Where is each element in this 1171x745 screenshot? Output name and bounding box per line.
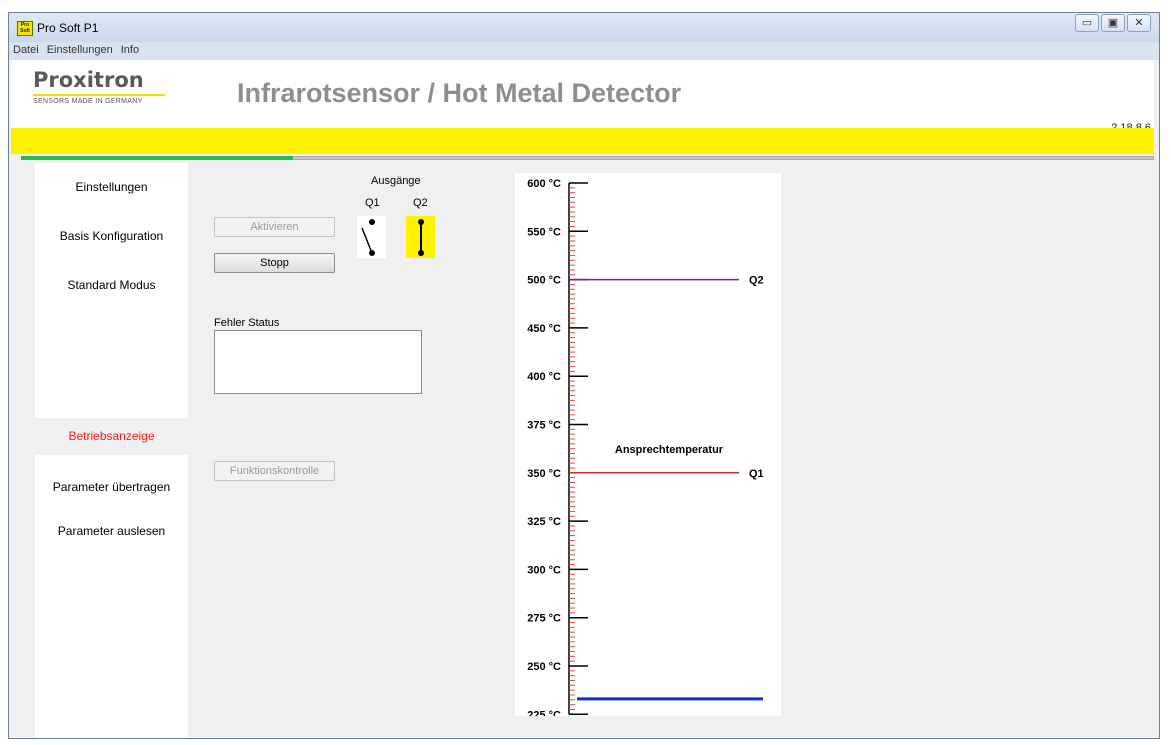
- temperature-chart: 600 °C 550 °C 500 °C 450 °C 400 °C 375 °C 350 …: [515, 173, 781, 721]
- stopp-button[interactable]: Stopp: [214, 253, 335, 273]
- menu-bar: Datei Einstellungen Info: [9, 42, 1159, 60]
- chart-tick-label: 350 °C: [527, 468, 561, 480]
- chart-tick-label: 500 °C: [527, 275, 561, 287]
- sidebar: Einstellungen Basis Konfiguration Standa…: [35, 163, 188, 738]
- output-q2-label: Q2: [413, 197, 428, 209]
- logo-tagline: SENSORS MADE IN GERMANY: [33, 98, 143, 105]
- output-q1-switch-graphic: [361, 219, 375, 256]
- minimize-icon[interactable]: ▭: [1075, 14, 1099, 32]
- pro-soft-app-icon: Pro Soft: [17, 21, 33, 36]
- output-q2-closed-switch-icon: [406, 216, 435, 258]
- temperature-chart-svg: 600 °C 550 °C 500 °C 450 °C 400 °C 375 °C 350 …: [527, 178, 764, 721]
- sidebar-item-standard-modus[interactable]: Standard Modus: [35, 267, 188, 304]
- menu-info[interactable]: Info: [117, 42, 143, 56]
- output-q1-open-switch-icon: [357, 216, 386, 258]
- progress-bar-fill: [21, 156, 293, 160]
- threshold-label-q2: Q2: [749, 275, 764, 287]
- menu-einstellungen[interactable]: Einstellungen: [43, 42, 117, 56]
- chart-tick-label: 250 °C: [527, 661, 561, 673]
- funktionskontrolle-button[interactable]: Funktionskontrolle: [214, 461, 335, 481]
- chart-tick-label: 450 °C: [527, 323, 561, 335]
- sidebar-item-einstellungen[interactable]: Einstellungen: [35, 169, 188, 206]
- sidebar-item-basis-konfiguration[interactable]: Basis Konfiguration: [35, 218, 188, 255]
- logo-wordmark: Proxitron: [33, 68, 144, 92]
- sidebar-item-parameter-uebertragen[interactable]: Parameter übertragen: [35, 469, 188, 506]
- chart-tick-label: 550 °C: [527, 226, 561, 238]
- output-q1-label: Q1: [365, 197, 380, 209]
- chart-tick-label: 300 °C: [527, 564, 561, 576]
- app-window: Pro Soft Pro Soft P1 ▭ ▣ ✕ Datei Einstell…: [8, 12, 1160, 739]
- app-icon-text: Pro Soft: [20, 22, 30, 34]
- output-q2-switch-graphic: [418, 219, 424, 256]
- yellow-banner: [11, 128, 1154, 154]
- chart-tick-label: 325 °C: [527, 516, 561, 528]
- chart-annotation-ansprechtemperatur: Ansprechtemperatur: [615, 444, 724, 456]
- chart-tick-label: 600 °C: [527, 178, 561, 190]
- chart-tick-label: 400 °C: [527, 371, 561, 383]
- sidebar-item-parameter-auslesen[interactable]: Parameter auslesen: [35, 513, 188, 550]
- error-status-field: [214, 330, 422, 394]
- maximize-icon[interactable]: ▣: [1101, 14, 1125, 32]
- proxitron-logo: Proxitron SENSORS MADE IN GERMANY: [33, 68, 173, 105]
- title-bar: Pro Soft Pro Soft P1 ▭ ▣ ✕: [9, 13, 1159, 42]
- sidebar-item-betriebsanzeige[interactable]: Betriebsanzeige: [35, 418, 188, 455]
- window-title: Pro Soft P1: [37, 21, 99, 35]
- menu-datei[interactable]: Datei: [9, 42, 43, 56]
- window-controls: ▭ ▣ ✕: [1075, 14, 1151, 32]
- chart-tick-label: 275 °C: [527, 613, 561, 625]
- outputs-title: Ausgänge: [371, 175, 421, 187]
- page-title: Infrarotsensor / Hot Metal Detector: [237, 78, 682, 108]
- close-icon[interactable]: ✕: [1127, 14, 1151, 32]
- logo-underline: [33, 94, 165, 96]
- aktivieren-button[interactable]: Aktivieren: [214, 217, 335, 237]
- error-status-label: Fehler Status: [214, 317, 280, 329]
- chart-tick-label: 225 °C: [527, 709, 561, 716]
- chart-tick-label: 375 °C: [527, 420, 561, 432]
- threshold-label-q1: Q1: [749, 468, 764, 480]
